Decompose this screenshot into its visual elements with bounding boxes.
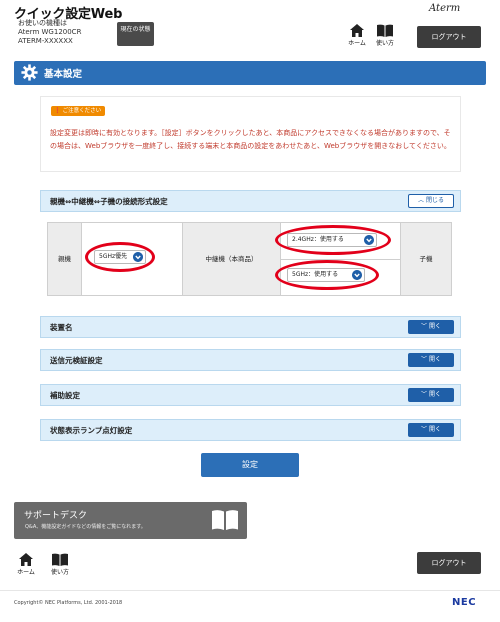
home-label: ホーム bbox=[348, 40, 366, 47]
device-id: ATERM-XXXXXX bbox=[18, 37, 73, 45]
aterm-logo: Aterm bbox=[429, 3, 461, 14]
caution-tag: ❗ ご注意ください bbox=[51, 106, 106, 116]
home-label: ホーム bbox=[17, 569, 35, 576]
expand-label: 開く bbox=[428, 426, 441, 433]
collapse-label: 閉じる bbox=[425, 197, 444, 204]
caution-box: ❗ ご注意ください 設定変更は即時に有効となります。［設定］ボタンをクリックした… bbox=[40, 96, 461, 172]
section-title: 基本設定 bbox=[44, 69, 83, 80]
nec-logo: NEC bbox=[452, 597, 477, 608]
chevron-down-icon: ﹀ bbox=[421, 356, 428, 363]
collapse-button[interactable]: ︿ 閉じる bbox=[408, 194, 454, 208]
chevron-down-icon: ﹀ bbox=[421, 426, 428, 433]
book-icon bbox=[52, 553, 68, 566]
howto-button[interactable]: 使い方 bbox=[373, 24, 397, 47]
highlight-ellipse bbox=[275, 260, 379, 290]
chevron-down-icon: ﹀ bbox=[421, 323, 428, 330]
expand-button[interactable]: ﹀ 開く bbox=[408, 423, 454, 437]
caution-text: 設定変更は即時に有効となります。［設定］ボタンをクリックしたあと、本商品にアクセ… bbox=[50, 129, 451, 150]
repeater-label: 中継機（本商品） bbox=[183, 223, 280, 295]
home-icon bbox=[19, 553, 33, 566]
support-subtitle: Q&A、機能設定ガイドなどの情報をご覧になれます。 bbox=[25, 524, 146, 530]
header: クイック設定Web お使いの機種は Aterm WG1200CR ATERM-X… bbox=[0, 0, 500, 56]
footer-divider bbox=[0, 590, 500, 591]
warning-icon: ❗ bbox=[54, 108, 61, 114]
footer-logout-button[interactable]: ログアウト bbox=[417, 552, 481, 574]
connection-table: 親機 中継機（本商品） 子機 5GHz優先 2.4GHz：使用する 5GHz：使… bbox=[47, 222, 452, 296]
current-status-button[interactable]: 現在の状態 bbox=[117, 22, 154, 46]
expand-button[interactable]: ﹀ 開く bbox=[408, 388, 454, 402]
home-button[interactable]: ホーム bbox=[345, 24, 369, 47]
panel-title: 装置名 bbox=[50, 323, 73, 332]
expand-label: 開く bbox=[428, 323, 441, 330]
support-desk-banner[interactable]: サポートデスク Q&A、機能設定ガイドなどの情報をご覧になれます。 bbox=[14, 502, 247, 539]
panel-title: 状態表示ランプ点灯設定 bbox=[50, 426, 133, 435]
chevron-down-icon: ﹀ bbox=[421, 391, 428, 398]
expand-button[interactable]: ﹀ 開く bbox=[408, 353, 454, 367]
copyright: Copyright© NEC Platforms, Ltd. 2001-2018 bbox=[14, 600, 123, 606]
device-label: お使いの機種は bbox=[18, 19, 67, 27]
highlight-ellipse bbox=[85, 242, 155, 272]
support-title: サポートデスク bbox=[24, 511, 88, 521]
expand-label: 開く bbox=[428, 391, 441, 398]
connection-panel-header: 親機⇔中継機⇔子機の接続形式設定 ︿ 閉じる bbox=[40, 190, 461, 212]
panel-auxiliary[interactable]: 補助設定 ﹀ 開く bbox=[40, 384, 461, 406]
gear-icon bbox=[21, 64, 38, 81]
device-model: Aterm WG1200CR bbox=[18, 28, 82, 36]
panel-source-verification[interactable]: 送信元検証設定 ﹀ 開く bbox=[40, 349, 461, 371]
book-icon bbox=[212, 510, 238, 530]
home-icon bbox=[350, 24, 364, 37]
panel-status-lamp[interactable]: 状態表示ランプ点灯設定 ﹀ 開く bbox=[40, 419, 461, 441]
howto-label: 使い方 bbox=[375, 40, 394, 47]
panel-device-name[interactable]: 装置名 ﹀ 開く bbox=[40, 316, 461, 338]
footer-home-button[interactable]: ホーム bbox=[14, 553, 38, 576]
highlight-ellipse bbox=[275, 225, 391, 255]
connection-panel-title: 親機⇔中継機⇔子機の接続形式設定 bbox=[50, 197, 168, 206]
howto-label: 使い方 bbox=[50, 569, 69, 576]
expand-button[interactable]: ﹀ 開く bbox=[408, 320, 454, 334]
set-button[interactable]: 設定 bbox=[201, 453, 299, 477]
parent-label: 親機 bbox=[48, 223, 81, 295]
section-header: 基本設定 bbox=[14, 61, 486, 85]
chevron-up-icon: ︿ bbox=[418, 197, 425, 204]
book-icon bbox=[377, 24, 393, 37]
child-label: 子機 bbox=[401, 223, 451, 295]
panel-title: 送信元検証設定 bbox=[50, 356, 103, 365]
caution-tag-label: ご注意ください bbox=[62, 108, 102, 114]
footer-howto-button[interactable]: 使い方 bbox=[48, 553, 72, 576]
logout-button[interactable]: ログアウト bbox=[417, 26, 481, 48]
expand-label: 開く bbox=[428, 356, 441, 363]
panel-title: 補助設定 bbox=[50, 391, 80, 400]
